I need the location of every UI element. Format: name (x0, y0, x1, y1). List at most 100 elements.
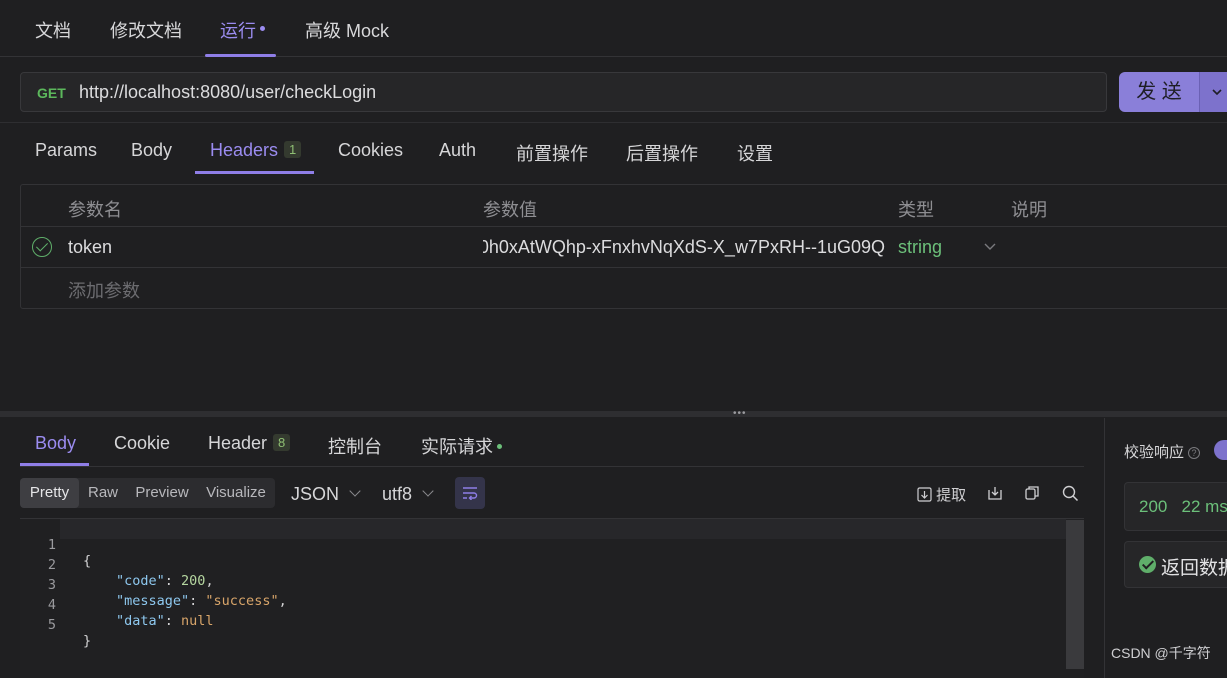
extract-label: 提取 (936, 487, 967, 504)
code-line: 1 { (20, 521, 91, 569)
headers-count-badge: 1 (284, 141, 302, 158)
tab-response-header-label: Header (208, 433, 268, 453)
tab-cookies[interactable]: Cookies (338, 140, 403, 161)
url-input[interactable]: http://localhost:8080/user/checkLogin (79, 82, 376, 103)
extract-icon (917, 487, 932, 502)
json-sep: : (189, 593, 206, 609)
wrap-icon (463, 487, 478, 500)
add-param-field[interactable]: 添加参数 (68, 277, 140, 303)
tab-params[interactable]: Params (35, 140, 97, 161)
table-row: token 'T-0h0xAtWQhp-xFnxhvNqXdS-X_w7PxRH… (21, 227, 1227, 268)
json-sep: : (164, 613, 182, 629)
json-tail: , (278, 593, 287, 609)
tab-docs[interactable]: 文档 (35, 17, 71, 43)
panel-splitter[interactable] (0, 411, 1227, 417)
json-sep: : (164, 573, 182, 589)
status-dot-icon (497, 444, 502, 449)
status-summary: 200 22 ms (1139, 497, 1227, 517)
column-header-type: 类型 (898, 200, 934, 220)
tab-actual-request[interactable]: 实际请求 (421, 433, 502, 459)
json-key: "code" (116, 573, 165, 589)
extract-button[interactable]: 提取 (917, 484, 966, 505)
tab-settings[interactable]: 设置 (737, 140, 773, 166)
code-text: "data": null (116, 613, 214, 629)
tab-response-body[interactable]: Body (35, 433, 76, 454)
code-text: "message": "success", (116, 593, 287, 609)
column-header-value: 参数值 (483, 200, 537, 220)
tab-auth[interactable]: Auth (439, 140, 476, 161)
param-type-select[interactable]: string (898, 237, 942, 258)
copy-icon[interactable] (1024, 485, 1040, 501)
top-tab-bar: 文档 修改文档 运行 高级 Mock (0, 0, 1227, 57)
chevron-down-icon (422, 485, 434, 497)
tab-console[interactable]: 控制台 (328, 433, 382, 459)
tab-edit-docs[interactable]: 修改文档 (110, 17, 182, 43)
view-preview-button[interactable]: Preview (130, 478, 194, 508)
response-code-viewer[interactable]: 1 { 2 "code": 200, 3 "message": "success… (20, 518, 1084, 678)
code-line: 2 "code": 200, (20, 541, 214, 589)
chevron-down-icon[interactable] (984, 243, 996, 251)
response-time: 22 ms (1181, 497, 1227, 516)
divider (0, 122, 1227, 123)
param-type-label: string (898, 237, 943, 257)
line-number: 5 (47, 617, 56, 633)
tab-response-cookie[interactable]: Cookie (114, 433, 170, 454)
json-value: "success" (205, 593, 279, 609)
json-key: "data" (116, 613, 165, 629)
code-line: 5 } (20, 601, 91, 649)
tab-headers-label: Headers (210, 140, 279, 160)
active-tab-indicator (205, 54, 276, 57)
param-name-field[interactable]: token (68, 237, 112, 258)
view-visualize-button[interactable]: Visualize (200, 478, 272, 508)
code-line: 3 "message": "success", (20, 561, 287, 609)
tab-body[interactable]: Body (131, 140, 172, 161)
send-button[interactable]: 发 送 (1119, 72, 1199, 112)
download-icon[interactable] (987, 485, 1003, 501)
json-value: 200 (181, 573, 206, 589)
enabled-check-icon[interactable] (32, 237, 52, 257)
tab-run[interactable]: 运行 (220, 17, 265, 43)
format-label: JSON (291, 484, 340, 504)
json-key: "message" (116, 593, 190, 609)
chevron-down-icon (349, 485, 361, 497)
view-mode-switch: Pretty Raw Preview Visualize (20, 478, 275, 508)
code-text: { (83, 553, 92, 569)
drag-handle-icon[interactable]: ••• (733, 409, 747, 419)
word-wrap-button[interactable] (455, 477, 485, 509)
tab-response-header[interactable]: Header 8 (208, 433, 291, 454)
tab-actual-request-label: 实际请求 (421, 437, 493, 457)
status-code: 200 (1139, 497, 1168, 516)
active-tab-indicator (195, 171, 314, 174)
send-dropdown-button[interactable] (1199, 72, 1227, 112)
format-select[interactable]: JSON (291, 484, 361, 505)
column-header-name: 参数名 (68, 200, 122, 220)
table-header: 参数名 参数值 类型 说明 (21, 185, 1227, 227)
json-value: null (181, 613, 214, 629)
tab-headers[interactable]: Headers 1 (210, 140, 302, 161)
param-value-field[interactable]: 'T-0h0xAtWQhp-xFnxhvNqXdS-X_w7PxRH--1uG0… (483, 237, 885, 258)
tab-post-script[interactable]: 后置操作 (626, 140, 698, 166)
validate-response-label: 校验响应? (1124, 441, 1201, 462)
view-raw-button[interactable]: Raw (82, 478, 124, 508)
chevron-down-icon (1211, 89, 1222, 96)
check-circle-icon (1139, 556, 1156, 573)
tab-advanced-mock[interactable]: 高级 Mock (305, 17, 389, 43)
method-select[interactable]: GET (37, 85, 66, 101)
scrollbar[interactable] (1066, 520, 1084, 669)
watermark: CSDN @千字符 (1111, 645, 1211, 661)
encoding-select[interactable]: utf8 (382, 484, 434, 505)
param-value-text: 'T-0h0xAtWQhp-xFnxhvNqXdS-X_w7PxRH--1uG0… (483, 237, 885, 257)
view-pretty-button[interactable]: Pretty (20, 478, 79, 508)
current-line-highlight (60, 519, 1066, 539)
search-icon[interactable] (1062, 485, 1079, 502)
validate-toggle[interactable] (1214, 440, 1227, 460)
return-data-label: 返回数据 (1161, 558, 1227, 579)
code-text: } (83, 633, 92, 649)
encoding-label: utf8 (382, 484, 413, 504)
headers-table: 参数名 参数值 类型 说明 token 'T-0h0xAtWQhp-xFnxhv… (20, 184, 1227, 309)
divider (20, 466, 1084, 467)
help-icon[interactable]: ? (1188, 447, 1201, 459)
json-tail: , (205, 573, 214, 589)
tab-pre-script[interactable]: 前置操作 (516, 140, 588, 166)
url-bar[interactable]: GET http://localhost:8080/user/checkLogi… (20, 72, 1107, 112)
